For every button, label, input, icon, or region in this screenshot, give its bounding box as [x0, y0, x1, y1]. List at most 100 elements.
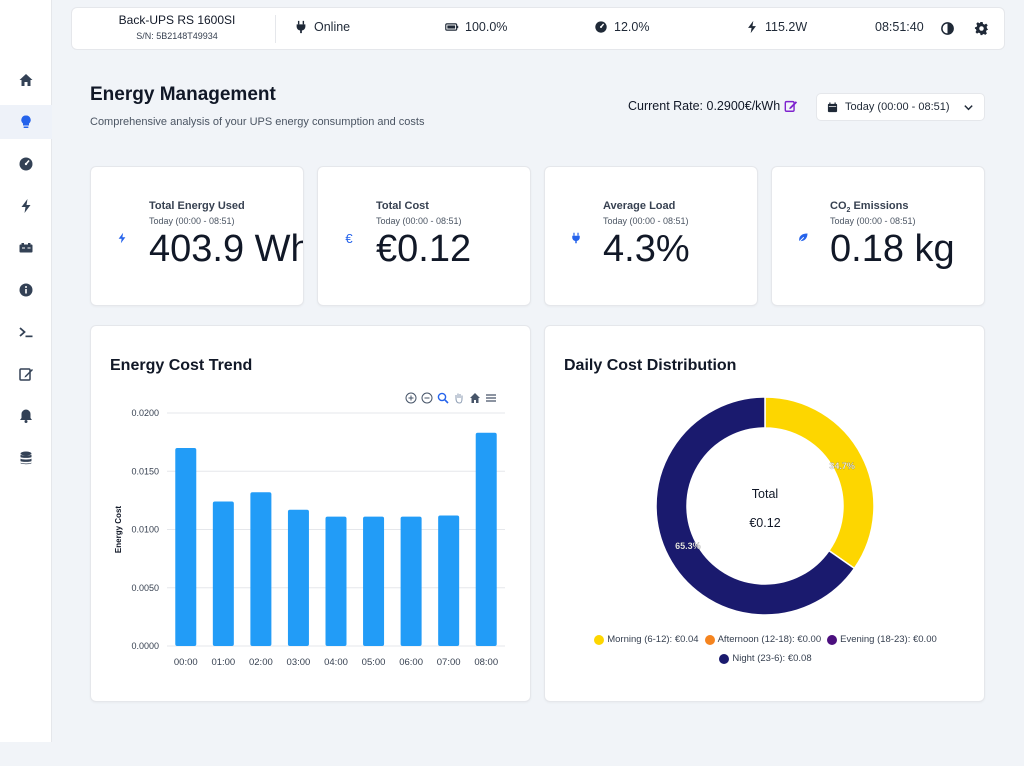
bar[interactable]: [438, 515, 460, 646]
plug-icon: [296, 20, 306, 34]
bar[interactable]: [287, 509, 309, 646]
bar[interactable]: [475, 432, 497, 646]
calendar-icon: [827, 101, 838, 112]
sidebar-item-battery[interactable]: [0, 231, 52, 265]
x-tick-label: 08:00: [474, 657, 498, 668]
legend-item-morning[interactable]: Morning (6-12): €0.04: [594, 634, 699, 645]
bell-icon: [20, 409, 32, 423]
device-serial: S/N: 5B2148T49934: [136, 31, 218, 41]
clock: 08:51:40: [875, 20, 924, 34]
bar[interactable]: [175, 447, 197, 646]
y-axis-label: Energy Cost: [114, 506, 123, 553]
slice-label: 65.3%: [675, 541, 701, 551]
stat-value: 0.18 kg: [830, 228, 955, 270]
bar[interactable]: [325, 516, 347, 646]
sidebar-item-home[interactable]: [0, 63, 52, 97]
bar[interactable]: [400, 516, 422, 646]
y-tick-label: 0.0000: [131, 641, 159, 651]
bolt-icon: [748, 20, 756, 34]
sidebar-item-edit[interactable]: [0, 357, 52, 391]
terminal-icon: [19, 327, 33, 338]
legend-item-afternoon[interactable]: Afternoon (12-18): €0.00: [704, 634, 821, 645]
battery-value: 100.0%: [465, 20, 508, 34]
donut-slice[interactable]: [764, 396, 875, 570]
date-range-dropdown[interactable]: Today (00:00 - 08:51): [816, 93, 985, 121]
stat-period: Today (00:00 - 08:51): [149, 216, 235, 226]
power-value: 115.2W: [765, 20, 808, 34]
stat-card-cost: € Total Cost Today (00:00 - 08:51) €0.12: [317, 166, 531, 306]
energy-cost-bar-chart: 0.0000 0.0050 0.0100 0.0150 0.0200 Energy Cos…: [114, 408, 505, 668]
sidebar: [0, 0, 52, 742]
sidebar-item-terminal[interactable]: [0, 315, 52, 349]
page-title: Energy Management: [90, 84, 276, 105]
stat-period: Today (00:00 - 08:51): [603, 216, 689, 226]
settings-button[interactable]: [973, 20, 989, 36]
x-tick-label: 02:00: [249, 657, 273, 668]
legend-dot: [719, 653, 730, 664]
status-text: Online: [314, 20, 351, 34]
info-icon: [19, 283, 33, 297]
x-tick-label: 01:00: [211, 657, 235, 668]
database-icon: [20, 451, 32, 465]
sidebar-item-info[interactable]: [0, 273, 52, 307]
plug-icon: [569, 231, 583, 245]
leaf-icon: [796, 231, 810, 245]
stat-label: Total Energy Used: [149, 200, 245, 212]
stat-label: CO2 Emissions: [830, 200, 909, 215]
y-tick-label: 0.0050: [131, 583, 159, 593]
slice-label: 34.7%: [829, 461, 855, 471]
legend-row-1: Morning (6-12): €0.04 Afternoon (12-18):…: [545, 634, 986, 645]
chevron-down-icon: [964, 104, 973, 110]
sidebar-item-gauge[interactable]: [0, 147, 52, 181]
gear-icon: [974, 21, 988, 35]
y-tick-label: 0.0200: [131, 408, 159, 418]
gauge-icon: [19, 157, 33, 171]
stat-period: Today (00:00 - 08:51): [376, 216, 462, 226]
daily-cost-distribution-card: Daily Cost Distribution 34.7% 65.3% Total €…: [544, 325, 985, 702]
edit-icon: [19, 368, 33, 381]
legend-row-2: Night (23-6): €0.08: [545, 653, 986, 664]
x-tick-label: 03:00: [287, 657, 311, 668]
date-range-label: Today (00:00 - 08:51): [845, 101, 950, 113]
y-tick-label: 0.0100: [131, 525, 159, 535]
x-tick-label: 05:00: [362, 657, 386, 668]
cost-distribution-donut: 34.7% 65.3% Total €0.12: [655, 396, 875, 616]
edit-rate-icon[interactable]: [784, 99, 798, 113]
current-rate: Current Rate: 0.2900€/kWh: [628, 99, 798, 113]
x-tick-label: 04:00: [324, 657, 348, 668]
stat-value: €0.12: [376, 228, 472, 270]
energy-cost-trend-card: Energy Cost Trend 0.0000 0.0050 0.0100 0.01…: [90, 325, 531, 702]
device-name: Back-UPS RS 1600SI: [118, 13, 236, 27]
donut-center-value: €0.12: [749, 516, 780, 530]
sidebar-item-alerts[interactable]: [0, 399, 52, 433]
load-value: 12.0%: [614, 20, 650, 34]
status-online: Online: [294, 20, 350, 34]
battery-status: 100.0%: [445, 20, 507, 34]
bar[interactable]: [250, 492, 272, 646]
legend-item-night[interactable]: Night (23-6): €0.08: [719, 653, 812, 664]
theme-toggle-button[interactable]: [939, 20, 955, 36]
bar[interactable]: [363, 516, 385, 646]
sidebar-item-power[interactable]: [0, 189, 52, 223]
x-tick-label: 06:00: [399, 657, 423, 668]
euro-icon: €: [345, 230, 353, 246]
page-subtitle: Comprehensive analysis of your UPS energ…: [90, 116, 425, 128]
legend-dot: [594, 634, 605, 645]
home-icon: [19, 74, 33, 86]
status-header: Back-UPS RS 1600SI S/N: 5B2148T49934 Onl…: [71, 7, 1005, 50]
power-status: 115.2W: [745, 20, 807, 34]
bar[interactable]: [212, 501, 234, 646]
current-rate-text: Current Rate: 0.2900€/kWh: [628, 99, 781, 113]
stat-card-co2: CO2 Emissions Today (00:00 - 08:51) 0.18…: [771, 166, 985, 306]
legend-item-evening[interactable]: Evening (18-23): €0.00: [827, 634, 937, 645]
bolt-icon: [21, 199, 31, 213]
donut-center-label: Total: [752, 487, 778, 501]
battery-icon: [19, 243, 33, 253]
y-tick-label: 0.0150: [131, 466, 159, 476]
bolt-icon: [115, 231, 129, 245]
bottom-strip: [0, 742, 1024, 766]
sidebar-item-energy[interactable]: [0, 105, 52, 139]
legend-dot: [704, 634, 715, 645]
sidebar-item-database[interactable]: [0, 441, 52, 475]
legend-dot: [827, 634, 838, 645]
